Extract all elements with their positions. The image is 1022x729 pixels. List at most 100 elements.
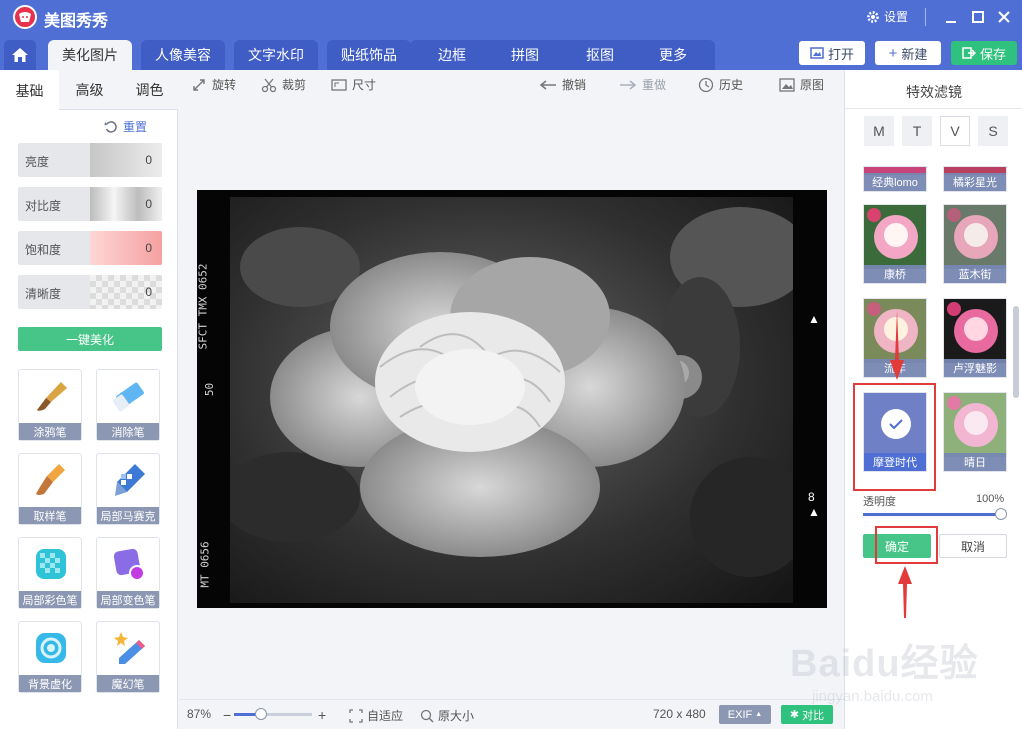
tab-more[interactable]: 更多 xyxy=(631,40,715,70)
tool-eraser[interactable]: 消除笔 xyxy=(96,369,160,441)
filter-category-t[interactable]: T xyxy=(902,116,932,146)
filter-louvre-phantom[interactable]: 卢浮魅影 xyxy=(943,298,1007,378)
highlight-box-filter xyxy=(853,383,936,491)
rotate-label: 旋转 xyxy=(212,78,237,92)
sharpness-slider[interactable]: 清晰度 0 xyxy=(18,275,162,309)
history-button[interactable]: 历史 xyxy=(698,76,743,93)
exif-label: EXIF xyxy=(727,708,753,721)
scissors-icon xyxy=(261,78,277,92)
sample-brush-icon xyxy=(36,464,65,495)
filter-label: 橘彩星光 xyxy=(944,173,1006,191)
original-label: 原图 xyxy=(800,78,825,92)
filter-category-m[interactable]: M xyxy=(864,116,894,146)
settings-button[interactable]: 设置 xyxy=(866,8,908,25)
filter-panel-title: 特效滤镜 xyxy=(906,84,962,100)
save-button[interactable]: 保存 xyxy=(951,41,1017,65)
tab-portrait[interactable]: 人像美容 xyxy=(141,40,225,70)
zoom-slider[interactable] xyxy=(234,708,312,720)
film-triangle-bottom: ▲ xyxy=(808,505,820,519)
opacity-slider-fill xyxy=(863,513,1003,516)
fit-window-button[interactable]: 自适应 xyxy=(349,707,403,724)
tab-cutout[interactable]: 抠图 xyxy=(558,40,642,70)
tool-sample-brush[interactable]: 取样笔 xyxy=(18,453,82,525)
contrast-slider[interactable]: 对比度 0 xyxy=(18,187,162,221)
filter-cambridge[interactable]: 康桥 xyxy=(863,204,927,284)
tool-mosaic-pen[interactable]: 局部马赛克 xyxy=(96,453,160,525)
size-button[interactable]: 尺寸 xyxy=(331,76,376,93)
crop-button[interactable]: 裁剪 xyxy=(261,76,306,93)
filter-blue-wood-street[interactable]: 蓝木街 xyxy=(943,204,1007,284)
tab-collage[interactable]: 拼图 xyxy=(483,40,567,70)
tab-beautify[interactable]: 美化图片 xyxy=(48,40,132,70)
redo-button[interactable]: 重做 xyxy=(619,76,666,93)
opacity-slider-knob[interactable] xyxy=(995,508,1007,520)
tool-doodle-brush[interactable]: 涂鸦笔 xyxy=(18,369,82,441)
minimize-button[interactable] xyxy=(940,6,962,28)
tab-frames[interactable]: 边框 xyxy=(410,40,494,70)
filter-orange-star[interactable]: 橘彩星光 xyxy=(943,166,1007,192)
app-title: 美图秀秀 xyxy=(44,13,109,30)
subtab-advanced[interactable]: 高级 xyxy=(60,70,119,110)
filter-category-s[interactable]: S xyxy=(978,116,1008,146)
filter-category-v[interactable]: V xyxy=(940,116,970,146)
tool-background-blur[interactable]: 背景虚化 xyxy=(18,621,82,693)
titlebar-divider xyxy=(925,8,926,26)
left-adjust-panel: 基础 高级 调色 重置 亮度 0 对比度 0 饱和度 0 清晰度 0 一键美化 … xyxy=(0,70,178,729)
subtab-color[interactable]: 调色 xyxy=(120,70,179,110)
reset-icon xyxy=(104,120,117,133)
divider xyxy=(845,108,1022,109)
tool-magic-pen[interactable]: 魔幻笔 xyxy=(96,621,160,693)
image-dimensions: 720 x 480 xyxy=(653,707,706,721)
film-code-top: SFCT TMX 0652 xyxy=(196,263,210,350)
brightness-slider[interactable]: 亮度 0 xyxy=(18,143,162,177)
open-label: 打开 xyxy=(827,46,854,62)
crop-label: 裁剪 xyxy=(282,78,307,92)
original-button[interactable]: 原图 xyxy=(779,76,824,93)
undo-arrow-icon xyxy=(539,79,556,90)
tool-label: 局部变色笔 xyxy=(97,591,159,608)
one-key-beautify-button[interactable]: 一键美化 xyxy=(18,327,162,351)
redo-label: 重做 xyxy=(642,78,667,92)
cancel-button[interactable]: 取消 xyxy=(939,534,1007,558)
home-tab[interactable] xyxy=(4,40,36,70)
zoom-out-icon[interactable]: − xyxy=(223,707,231,723)
main-tab-bar: 美化图片 人像美容 文字水印 贴纸饰品 边框 拼图 抠图 更多 打开 + 新建 … xyxy=(0,34,1022,70)
home-icon xyxy=(12,48,28,62)
peony-photo-image xyxy=(230,197,793,603)
watermark-url: jingyan.baidu.com xyxy=(812,688,933,705)
actual-size-label: 原大小 xyxy=(438,709,475,723)
red-arrow-down-icon xyxy=(890,310,904,380)
exif-button[interactable]: EXIF ▲ xyxy=(719,705,771,724)
opacity-slider[interactable] xyxy=(863,508,1007,520)
saturation-label: 饱和度 xyxy=(25,243,62,257)
open-button[interactable]: 打开 xyxy=(799,41,865,65)
new-label: 新建 xyxy=(901,46,928,62)
actual-size-button[interactable]: 原大小 xyxy=(420,707,474,724)
maximize-button[interactable] xyxy=(967,6,989,28)
close-button[interactable] xyxy=(993,6,1015,28)
zoom-in-icon[interactable]: + xyxy=(318,707,326,723)
saturation-slider[interactable]: 饱和度 0 xyxy=(18,231,162,265)
tool-recolor-pen[interactable]: 局部变色笔 xyxy=(96,537,160,609)
undo-label: 撤销 xyxy=(562,78,587,92)
tool-label: 取样笔 xyxy=(19,507,81,524)
recolor-pen-icon xyxy=(113,548,145,581)
tool-local-color-pen[interactable]: 局部彩色笔 xyxy=(18,537,82,609)
background-blur-icon xyxy=(36,633,66,663)
new-button[interactable]: + 新建 xyxy=(875,41,941,65)
filter-list-scrollbar[interactable] xyxy=(1013,306,1019,398)
zoom-slider-knob[interactable] xyxy=(255,708,268,720)
subtab-basic[interactable]: 基础 xyxy=(0,70,59,111)
rotate-button[interactable]: 旋转 xyxy=(191,76,236,93)
undo-button[interactable]: 撤销 xyxy=(539,76,586,93)
tab-text[interactable]: 文字水印 xyxy=(234,40,318,70)
reset-button[interactable]: 重置 xyxy=(104,118,147,135)
tab-stickers[interactable]: 贴纸饰品 xyxy=(327,40,411,70)
app-logo-icon xyxy=(13,5,37,29)
save-label: 保存 xyxy=(979,46,1006,62)
filter-lomo[interactable]: 经典lomo xyxy=(863,166,927,192)
sharpness-value: 0 xyxy=(145,285,152,299)
filter-sunny-day[interactable]: 晴日 xyxy=(943,392,1007,472)
tool-label: 消除笔 xyxy=(97,423,159,440)
fit-icon xyxy=(349,708,363,723)
